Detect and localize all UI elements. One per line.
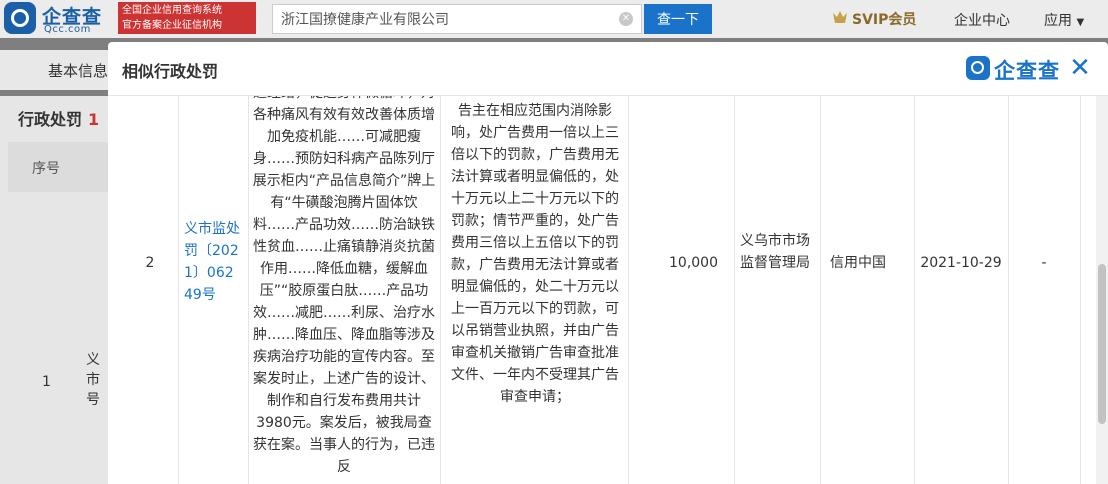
section-title-text: 行政处罚	[18, 110, 83, 129]
table-header-index: 序号	[8, 142, 110, 192]
column-divider	[628, 96, 629, 484]
search-input[interactable]	[281, 9, 601, 29]
search-box: ✕	[272, 4, 642, 34]
caret-down-icon: ▼	[1076, 17, 1085, 28]
background-row-name: 义市号	[86, 352, 100, 408]
enterprise-center-link[interactable]: 企业中心	[954, 10, 1010, 30]
svip-member-link[interactable]: SVIP会员	[832, 9, 916, 29]
qcc-logo[interactable]: 企查查 Qcc.com	[4, 2, 114, 36]
remark: -	[1041, 255, 1047, 271]
tab-basic-info[interactable]: 基本信息	[0, 50, 110, 90]
penalty-doc-number-link[interactable]: 义市监处罚〔2021〕06249号	[184, 218, 242, 306]
certification-badge: 全国企业信用查询系统 官方备案企业征信机构	[118, 2, 256, 34]
penalty-authority: 义乌市市场监督管理局	[740, 233, 810, 271]
similar-penalties-modal: 相似行政处罚 企查查 ✕ 2 义市监处罚〔2021〕06249号 通经络，促进身…	[108, 42, 1108, 484]
top-navigation-bar: 企查查 Qcc.com 全国企业信用查询系统 官方备案企业征信机构 ✕ 查一下 …	[0, 0, 1108, 38]
apps-menu[interactable]: 应用 ▼	[1044, 10, 1084, 30]
modal-header: 相似行政处罚 企查查 ✕	[108, 42, 1108, 96]
data-source: 信用中国	[830, 255, 886, 271]
column-divider	[1008, 96, 1009, 484]
column-divider	[820, 96, 821, 484]
modal-title: 相似行政处罚	[122, 62, 219, 81]
qcc-logo-icon	[4, 2, 36, 34]
column-divider	[178, 96, 179, 484]
qcc-logo-icon	[966, 56, 990, 80]
row-index: 2	[145, 255, 155, 271]
column-divider	[734, 96, 735, 484]
penalty-facts: 通经络，促进身体微循环，对各种痛风有效有效改善体质增加免疫机能……可减肥瘦身………	[252, 96, 436, 475]
section-title: 行政处罚 1	[18, 106, 99, 130]
penalty-table: 2 义市监处罚〔2021〕06249号 通经络，促进身体微循环，对各种痛风有效有…	[108, 96, 1108, 484]
section-count: 1	[88, 110, 100, 129]
penalty-amount: 10,000	[669, 255, 718, 271]
clear-icon[interactable]: ✕	[619, 12, 633, 26]
penalty-basis: 责令停止发布广告，责令广告主在相应范围内消除影响，处广告费用一倍以上三倍以下的罚…	[451, 96, 619, 405]
administrative-penalty-panel: 行政处罚 1 序号	[0, 96, 110, 484]
column-divider	[1080, 96, 1081, 484]
scrollbar-thumb[interactable]	[1098, 264, 1106, 424]
logo-domain: Qcc.com	[44, 24, 91, 35]
badge-line-2: 官方备案企业征信机构	[122, 20, 222, 31]
column-divider	[914, 96, 915, 484]
column-divider	[440, 96, 441, 484]
close-icon[interactable]: ✕	[1066, 54, 1094, 82]
penalty-date: 2021-10-29	[920, 255, 1002, 271]
background-row-index: 1	[42, 374, 51, 390]
modal-logo-name: 企查查	[994, 59, 1060, 83]
apps-label: 应用	[1044, 13, 1072, 29]
crown-icon	[832, 10, 848, 24]
svip-label: SVIP会员	[852, 12, 917, 28]
vertical-scrollbar[interactable]	[1096, 96, 1108, 484]
badge-line-1: 全国企业信用查询系统	[122, 5, 222, 16]
search-button[interactable]: 查一下	[644, 4, 712, 34]
